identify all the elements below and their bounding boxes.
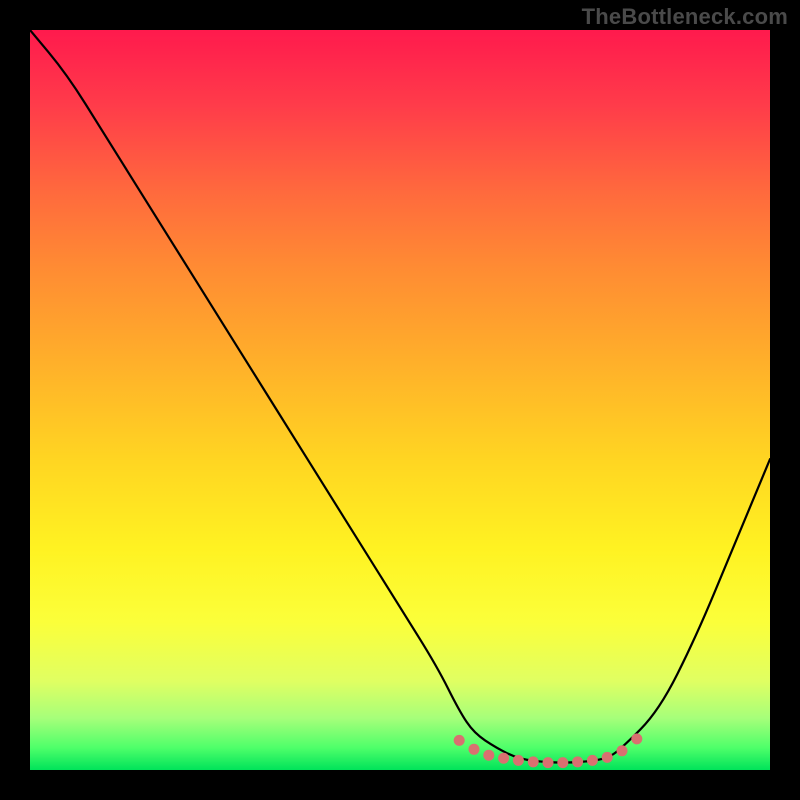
chart-svg [30,30,770,770]
flat-region-dot [572,756,583,767]
chart-stage: TheBottleneck.com [0,0,800,800]
flat-region-dot [543,757,554,768]
bottleneck-curve [30,30,770,763]
flat-region-dot [513,755,524,766]
flat-region-dot [587,755,598,766]
flat-region-dot [498,753,509,764]
flat-region-dot [454,735,465,746]
flat-region-dot [483,750,494,761]
watermark-text: TheBottleneck.com [582,4,788,30]
flat-region-dot [557,757,568,768]
flat-region-dot [617,745,628,756]
flat-region-dot [631,733,642,744]
plot-area [30,30,770,770]
flat-region-dot [469,744,480,755]
flat-region-dot [602,752,613,763]
flat-region-dot [528,756,539,767]
